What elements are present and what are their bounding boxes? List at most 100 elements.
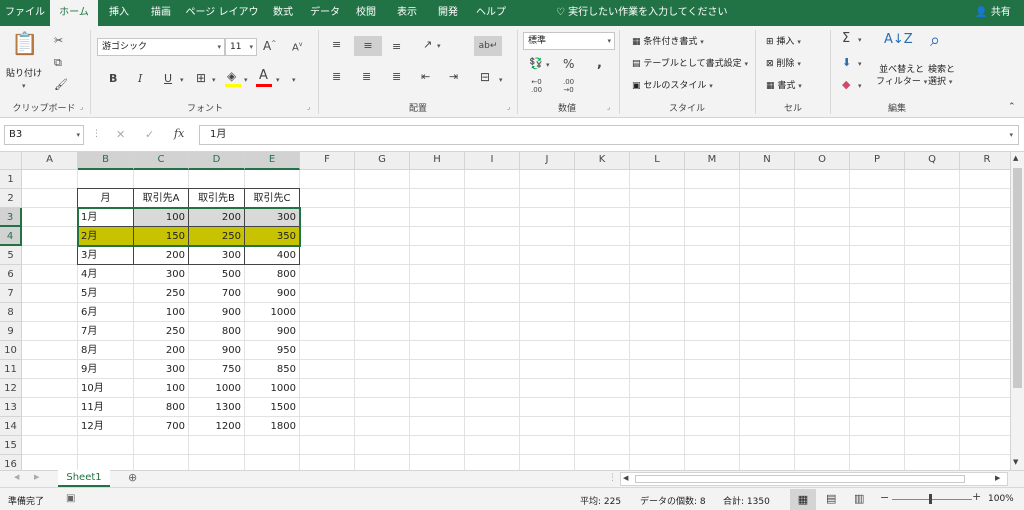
font-launcher-icon[interactable]: ⌟: [307, 103, 310, 111]
sort-filter-icon[interactable]: A↓Z: [884, 32, 913, 47]
table-cell[interactable]: 1000: [189, 379, 244, 398]
formula-input[interactable]: 1月 ▾: [199, 125, 1019, 145]
column-header-g[interactable]: G: [355, 152, 410, 170]
prev-sheet-icon[interactable]: ◀: [14, 473, 19, 481]
table-cell[interactable]: 850: [245, 360, 299, 379]
row-header-4[interactable]: 4: [0, 227, 22, 246]
table-cell[interactable]: 1200: [189, 417, 244, 436]
row-header-2[interactable]: 2: [0, 189, 22, 208]
decrease-decimal-icon[interactable]: .00 →0: [563, 78, 574, 94]
scroll-up-icon[interactable]: ▲: [1013, 154, 1018, 162]
clipboard-launcher-icon[interactable]: ⌟: [80, 103, 83, 111]
zoom-in-icon[interactable]: +: [972, 490, 981, 503]
table-cell[interactable]: 200: [134, 246, 188, 265]
status-count[interactable]: データの個数: 8: [640, 494, 706, 507]
paste-icon[interactable]: 📋: [10, 32, 40, 62]
row-header-14[interactable]: 14: [0, 417, 22, 436]
tab-4[interactable]: ページ レイアウト: [182, 0, 262, 44]
fill-dropdown-icon[interactable]: ▾: [858, 58, 862, 69]
comma-button[interactable]: ,: [597, 56, 602, 71]
scroll-left-icon[interactable]: ◀: [623, 474, 628, 482]
table-cell[interactable]: 1月: [78, 208, 133, 227]
table-cell[interactable]: 6月: [78, 303, 133, 322]
align-middle-icon[interactable]: ≡: [354, 36, 382, 56]
table-cell[interactable]: 500: [189, 265, 244, 284]
table-header-cell[interactable]: 取引先C: [245, 189, 299, 208]
increase-font-size-icon[interactable]: A^: [263, 39, 276, 53]
table-header-cell[interactable]: 取引先B: [189, 189, 244, 208]
column-header-n[interactable]: N: [740, 152, 795, 170]
increase-indent-icon[interactable]: ⇥: [449, 70, 458, 83]
table-cell[interactable]: 1000: [245, 379, 299, 398]
fill-color-icon[interactable]: ◈: [227, 69, 236, 83]
worksheet-grid[interactable]: 月取引先A 取引先B 取引先C 1月 100 200 300 2月 150 250 350 3月 200…: [0, 152, 1010, 470]
merge-center-icon[interactable]: ⊟: [480, 70, 490, 84]
percent-button[interactable]: %: [563, 57, 574, 71]
row-header-15[interactable]: 15: [0, 436, 22, 455]
tab-8[interactable]: 表示: [386, 0, 428, 26]
insert-cells-button[interactable]: ⊞ 挿入 ▾: [766, 34, 801, 47]
row-header-12[interactable]: 12: [0, 379, 22, 398]
find-select-button[interactable]: 検索と 選択 ▾: [928, 64, 955, 88]
table-cell[interactable]: 5月: [78, 284, 133, 303]
row-header-13[interactable]: 13: [0, 398, 22, 417]
tab-9[interactable]: 開発: [428, 0, 468, 26]
table-cell[interactable]: 11月: [78, 398, 133, 417]
select-all-corner[interactable]: [0, 152, 22, 170]
accounting-format-icon[interactable]: 💱: [529, 57, 543, 70]
table-cell[interactable]: 8月: [78, 341, 133, 360]
tab-0[interactable]: ファイル: [0, 0, 50, 26]
wrap-text-icon[interactable]: ab↵: [474, 36, 502, 56]
align-center-icon[interactable]: ≣: [362, 70, 371, 83]
table-cell[interactable]: 4月: [78, 265, 133, 284]
column-header-q[interactable]: Q: [905, 152, 960, 170]
zoom-out-icon[interactable]: −: [880, 491, 889, 504]
table-cell[interactable]: 250: [134, 284, 188, 303]
row-header-10[interactable]: 10: [0, 341, 22, 360]
cancel-icon[interactable]: ✕: [116, 128, 125, 141]
copy-icon[interactable]: ⧉: [54, 56, 62, 70]
table-cell[interactable]: 200: [189, 208, 244, 227]
tell-me-box[interactable]: ♡ 実行したい作業を入力してください: [556, 0, 736, 26]
increase-decimal-icon[interactable]: ←0.00: [531, 78, 542, 94]
table-cell[interactable]: 900: [189, 341, 244, 360]
table-cell[interactable]: 250: [189, 227, 244, 246]
collapse-ribbon-icon[interactable]: ⌃: [1008, 102, 1016, 112]
row-header-7[interactable]: 7: [0, 284, 22, 303]
font-more-icon[interactable]: ▾: [292, 74, 296, 85]
enter-icon[interactable]: ✓: [145, 128, 154, 141]
table-cell[interactable]: 100: [134, 208, 188, 227]
table-header-cell[interactable]: 月: [78, 189, 133, 208]
table-cell[interactable]: 800: [189, 322, 244, 341]
paste-dropdown-icon[interactable]: ▾: [22, 80, 26, 91]
table-cell[interactable]: 7月: [78, 322, 133, 341]
scroll-right-icon[interactable]: ▶: [995, 474, 1000, 482]
orientation-dropdown-icon[interactable]: ▾: [437, 40, 441, 51]
borders-icon[interactable]: ⊞: [196, 71, 206, 85]
table-cell[interactable]: 950: [245, 341, 299, 360]
tab-1[interactable]: ホーム: [50, 0, 98, 26]
zoom-level[interactable]: 100%: [988, 494, 1014, 504]
macro-record-icon[interactable]: ▣: [66, 493, 75, 504]
table-cell[interactable]: 800: [134, 398, 188, 417]
table-cell[interactable]: 800: [245, 265, 299, 284]
table-cell[interactable]: 300: [134, 265, 188, 284]
decrease-font-size-icon[interactable]: Av: [292, 41, 302, 53]
insert-function-button[interactable]: fx: [174, 127, 184, 140]
name-box[interactable]: B3 ▾: [4, 125, 84, 145]
row-header-5[interactable]: 5: [0, 246, 22, 265]
orientation-icon[interactable]: ↗: [423, 38, 432, 51]
delete-cells-button[interactable]: ⊠ 削除 ▾: [766, 56, 801, 69]
column-header-c[interactable]: C: [134, 152, 189, 170]
row-header-9[interactable]: 9: [0, 322, 22, 341]
table-cell[interactable]: 100: [134, 303, 188, 322]
page-layout-view-icon[interactable]: ▤: [826, 492, 836, 505]
horizontal-scrollbar[interactable]: ◀ ▶: [620, 472, 1008, 486]
tab-splitter-icon[interactable]: ⋮: [608, 473, 617, 483]
column-header-p[interactable]: P: [850, 152, 905, 170]
normal-view-icon[interactable]: ▦: [790, 489, 816, 510]
table-cell[interactable]: 900: [189, 303, 244, 322]
table-cell[interactable]: 10月: [78, 379, 133, 398]
row-header-6[interactable]: 6: [0, 265, 22, 284]
cut-icon[interactable]: ✂: [54, 34, 63, 47]
